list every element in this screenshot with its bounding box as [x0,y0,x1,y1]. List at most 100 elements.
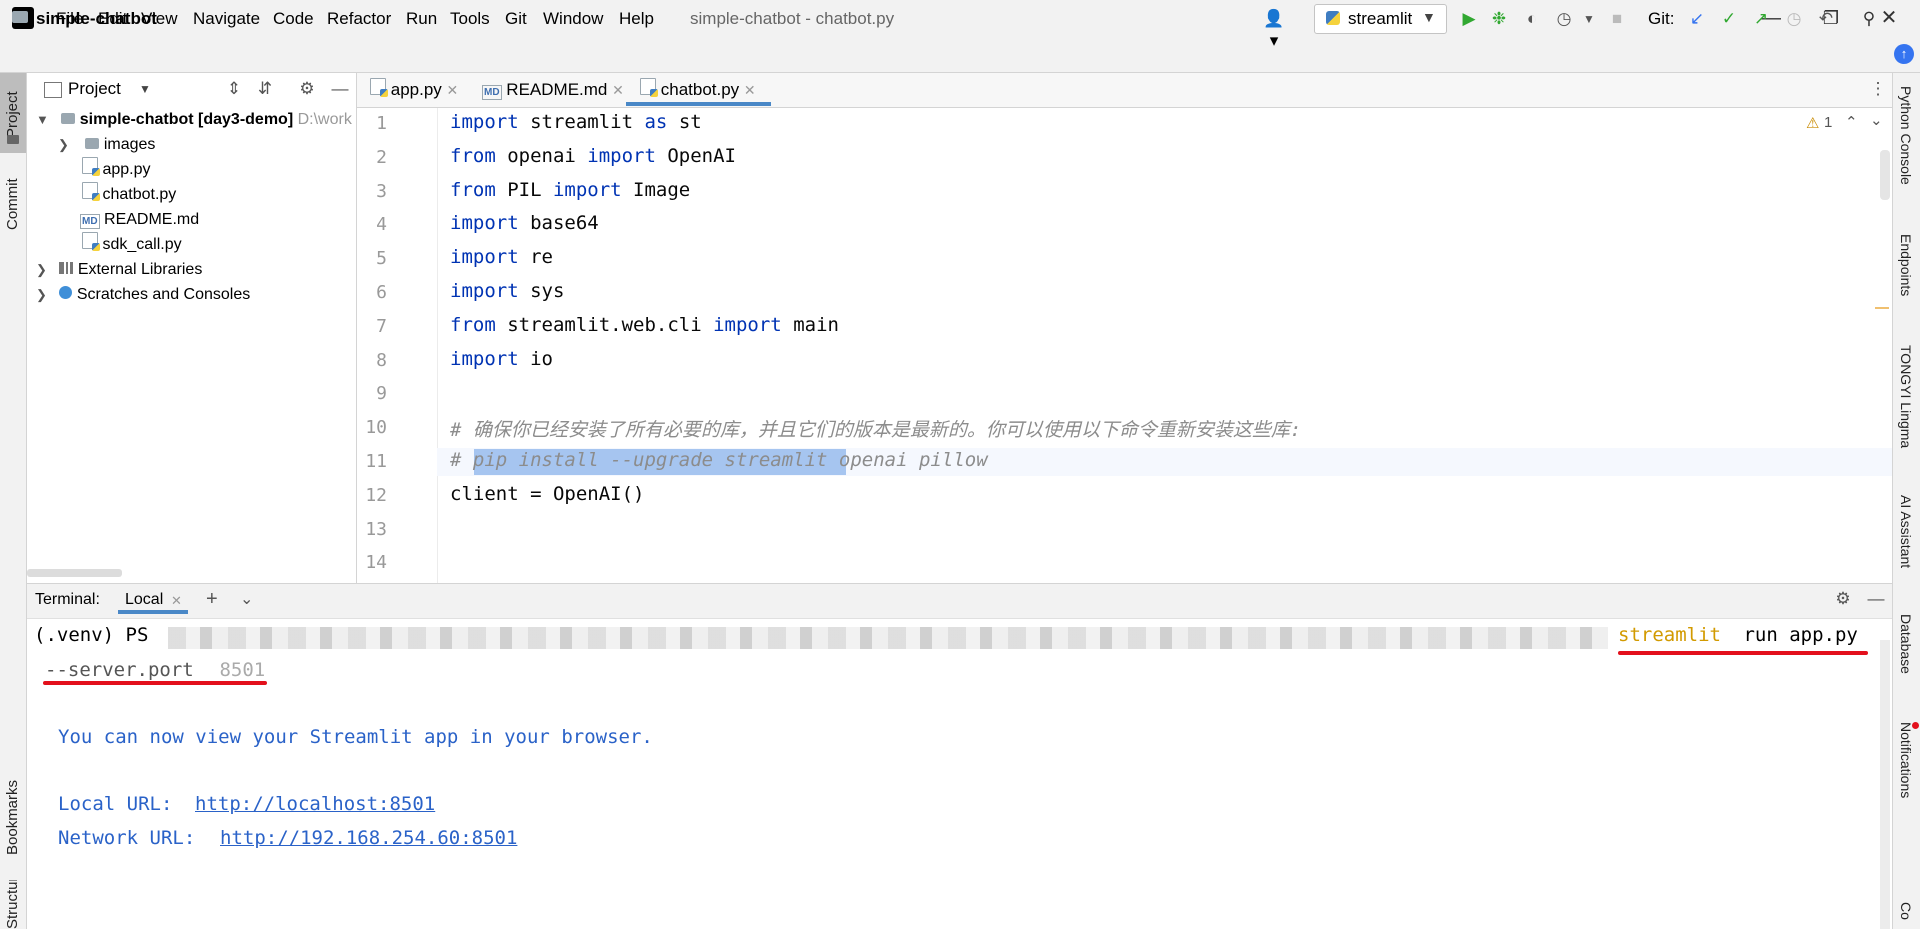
editor-scrollbar[interactable] [1880,150,1890,200]
code-line[interactable]: 9 [357,380,1857,414]
menu-code[interactable]: Code [273,9,314,29]
code-line[interactable]: 3 from PIL import Image [357,178,1857,212]
line-number: 9 [376,383,387,405]
tree-item-app-py[interactable]: app.py [82,157,151,182]
stop-icon[interactable]: ■ [1606,8,1628,30]
git-update-icon[interactable]: ↙ [1686,8,1708,30]
menu-run[interactable]: Run [406,9,437,29]
code-text: from openai import OpenAI [450,145,736,167]
code-line[interactable]: 7 from streamlit.web.cli import main [357,313,1857,347]
terminal-tab-close-icon[interactable]: ✕ [171,593,182,609]
notifications-tool-label[interactable]: Notifications [1898,722,1914,832]
run-icon[interactable]: ▶ [1458,8,1480,30]
tongyi-lingma-tool-label[interactable]: TONGYI Lingma [1898,345,1914,475]
git-push-icon[interactable]: ↗ [1750,8,1772,30]
project-tool-label[interactable]: Project [4,78,21,138]
terminal-hide-icon[interactable]: — [1865,588,1887,610]
commit-tool-label[interactable]: Commit [4,170,21,230]
update-icon[interactable]: ↑ [1894,44,1914,64]
python-file-icon [82,157,100,176]
chevron-right-icon: ❯ [36,287,47,302]
tree-item-sdk-call[interactable]: sdk_call.py [82,232,182,257]
menu-window[interactable]: Window [543,9,603,29]
tree-item-chatbot-py[interactable]: chatbot.py [82,182,176,207]
add-terminal-icon[interactable]: + [206,588,218,611]
code-line[interactable]: 11 # pip install --upgrade streamlit open… [357,448,1857,482]
more-options-icon[interactable]: ⋮ [1867,78,1889,100]
search-icon[interactable]: ⚲ [1858,8,1880,30]
database-tool-label[interactable]: Database [1898,614,1914,694]
code-line[interactable]: 5 import re [357,245,1857,279]
code-token: OpenAI [655,144,736,167]
chevron-down-icon-2[interactable]: ▼ [1578,8,1600,30]
copilot-tool-label[interactable]: Co [1898,902,1914,929]
project-breadcrumb[interactable]: simple-chatbot [36,9,157,29]
tab-app-py[interactable]: app.py ✕ [370,73,458,107]
endpoints-tool-label[interactable]: Endpoints [1898,234,1914,324]
active-terminal-tab-indicator [118,610,188,614]
chevron-down-icon-tree: ▼ [36,112,49,127]
chevron-down-icon-editor[interactable]: ⌄ [1870,111,1883,129]
terminal-scrollbar[interactable] [1880,640,1890,929]
code-line[interactable]: 4 import base64 [357,211,1857,245]
code-line[interactable]: 14 [357,549,1857,583]
code-text: from streamlit.web.cli import main [450,314,839,336]
terminal-settings-icon[interactable]: ⚙ [1832,588,1854,610]
coverage-icon[interactable]: ◐ [1521,8,1543,30]
terminal-command-streamlit: streamlit [1618,624,1721,646]
terminal-network-url-link[interactable]: http://192.168.254.60:8501 [220,827,517,849]
tree-item-root[interactable]: ▼ simple-chatbot [day3-demo] D:\work [36,107,356,132]
tab-close-icon[interactable]: ✕ [612,82,624,98]
user-icon[interactable]: 👤▾ [1263,8,1285,50]
python-file-icon [82,182,100,201]
chevron-down-icon-terminal[interactable]: ⌄ [240,589,253,609]
menu-navigate[interactable]: Navigate [193,9,260,29]
code-line[interactable]: 6 import sys [357,279,1857,313]
git-rollback-icon[interactable]: ↶ [1815,8,1837,30]
project-panel-scrollbar[interactable] [27,569,122,577]
structure-tool-label[interactable]: Structure [4,880,21,929]
tab-close-icon[interactable]: ✕ [744,82,756,98]
tab-close-icon[interactable]: ✕ [447,82,459,98]
line-number: 8 [376,349,387,371]
tab-readme[interactable]: MD README.md ✕ [482,73,624,107]
menu-help[interactable]: Help [619,9,654,29]
tree-label-external-libraries: External Libraries [77,261,203,278]
tree-item-scratches[interactable]: ❯ Scratches and Consoles [36,282,250,307]
collapse-all-icon[interactable]: ⇵ [254,78,276,100]
line-number: 6 [376,282,387,303]
tree-item-external-libraries[interactable]: ❯ External Libraries [36,257,202,282]
bookmarks-tool-label[interactable]: Bookmarks [4,765,21,855]
expand-all-icon[interactable]: ⇕ [223,78,245,100]
profile-icon[interactable]: ◷ [1553,8,1575,30]
code-line[interactable]: 8 import io [357,347,1857,381]
code-line[interactable]: 2 from openai import OpenAI [357,144,1857,178]
code-line[interactable]: 1 import streamlit as st [357,110,1857,144]
debug-icon[interactable]: ❉ [1488,8,1510,30]
tree-item-readme[interactable]: MD README.md [80,207,199,232]
notification-badge [1912,722,1919,729]
code-line[interactable]: 10 # 确保你已经安装了所有必要的库，并且它们的版本是最新的。你可以使用以下命令… [357,414,1857,448]
project-view-icon [44,82,62,98]
hide-panel-icon[interactable]: — [329,78,351,100]
warning-icon[interactable]: ⚠ [1806,114,1819,132]
menu-tools[interactable]: Tools [450,9,490,29]
code-line[interactable]: 13 [357,516,1857,550]
menu-refactor[interactable]: Refactor [327,9,391,29]
python-console-tool-label[interactable]: Python Console [1898,86,1914,206]
tree-item-images[interactable]: ❯ images [58,132,155,157]
gear-icon[interactable]: ⚙ [296,78,318,100]
project-panel-title[interactable]: Project [68,79,121,99]
git-commit-icon[interactable]: ✓ [1718,8,1740,30]
git-history-icon[interactable]: ◷ [1783,8,1805,30]
menu-git[interactable]: Git [505,9,527,29]
tree-label-readme: README.md [104,211,200,228]
code-line[interactable]: 12 client = OpenAI() [357,482,1857,516]
terminal-tab-local[interactable]: Local [125,591,163,609]
chevron-up-icon[interactable]: ⌃ [1845,113,1858,131]
chevron-down-icon-project[interactable]: ▼ [139,82,151,96]
window-title: simple-chatbot - chatbot.py [690,9,895,28]
navigation-bar [0,36,1920,73]
terminal-local-url-link[interactable]: http://localhost:8501 [195,793,435,815]
ai-assistant-tool-label[interactable]: AI Assistant [1898,495,1914,595]
